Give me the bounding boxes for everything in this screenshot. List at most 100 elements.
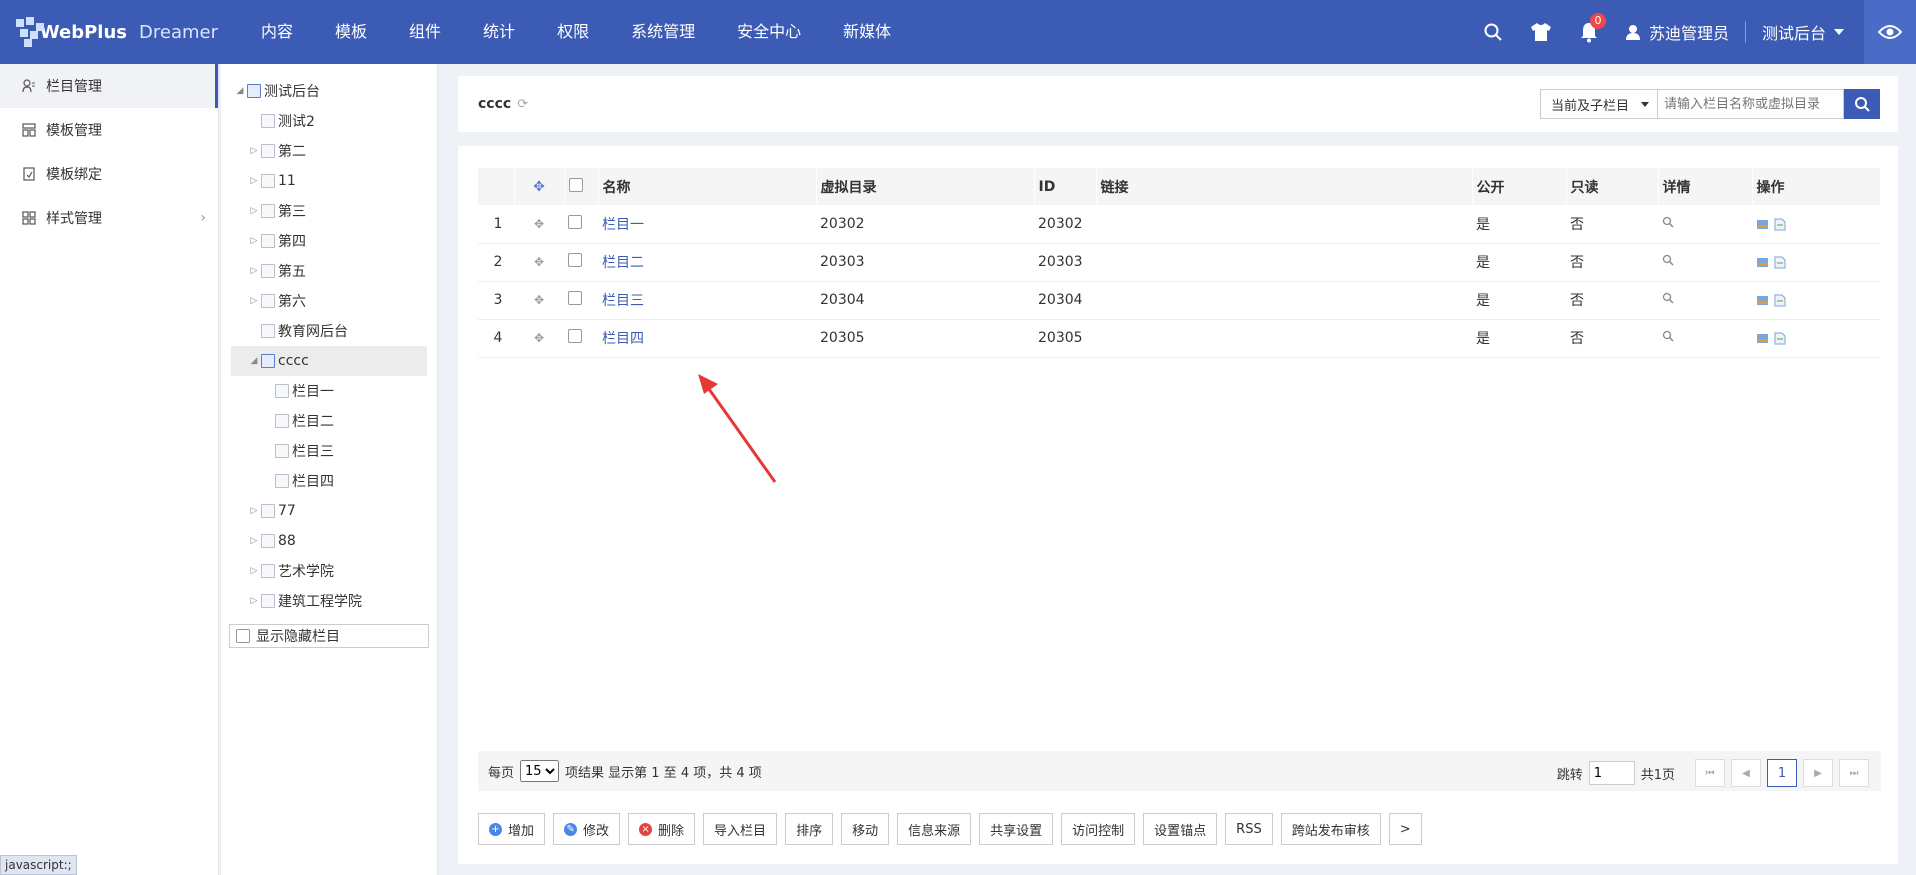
expand-icon[interactable]: ▷ xyxy=(247,506,261,516)
column-name-link[interactable]: 栏目一 xyxy=(598,205,816,244)
drag-handle-icon[interactable]: ✥ xyxy=(514,281,564,320)
header-id[interactable]: ID xyxy=(1034,168,1097,205)
tree-node[interactable]: 测试2 xyxy=(221,106,437,136)
import-columns-button[interactable]: 导入栏目 xyxy=(703,813,778,845)
select-all-checkbox[interactable] xyxy=(564,168,599,205)
sort-button[interactable]: 排序 xyxy=(785,813,834,845)
skin-icon[interactable] xyxy=(1517,0,1565,64)
last-page-button[interactable]: ⏭ xyxy=(1839,759,1869,787)
expand-icon[interactable]: ▷ xyxy=(247,146,261,156)
column-name-link[interactable]: 栏目二 xyxy=(598,243,816,282)
edit-page-icon[interactable] xyxy=(1756,332,1768,344)
tree-node[interactable]: 栏目三 xyxy=(221,436,437,466)
tree-node[interactable]: ▷ 第二 xyxy=(221,136,437,166)
tree-node[interactable]: 栏目一 xyxy=(221,376,437,406)
edit-page-icon[interactable] xyxy=(1756,218,1768,230)
expand-icon[interactable]: ▷ xyxy=(247,266,261,276)
nav-permission[interactable]: 权限 xyxy=(536,0,610,64)
table-row[interactable]: 4 ✥ 栏目四 20305 20305 是否 xyxy=(478,319,1881,358)
refresh-icon[interactable]: ⟳ xyxy=(517,97,528,112)
expand-icon[interactable]: ▷ xyxy=(247,296,261,306)
column-name[interactable]: 栏目一 xyxy=(602,217,644,233)
column-name-link[interactable]: 栏目三 xyxy=(598,281,816,320)
nav-system[interactable]: 系统管理 xyxy=(610,0,716,64)
expand-icon[interactable]: ▷ xyxy=(247,176,261,186)
nav-template[interactable]: 模板 xyxy=(314,0,388,64)
detail-icon[interactable] xyxy=(1658,205,1752,244)
header-public[interactable]: 公开 xyxy=(1472,168,1567,205)
tree-node[interactable]: 栏目二 xyxy=(221,406,437,436)
detail-icon[interactable] xyxy=(1658,281,1752,320)
sidebar-item-template-manage[interactable]: 模板管理 xyxy=(0,108,218,152)
cross-site-publish-button[interactable]: 跨站发布审核 xyxy=(1280,813,1381,845)
document-icon[interactable] xyxy=(1774,218,1786,231)
site-switcher[interactable]: 测试后台 xyxy=(1746,0,1864,64)
column-name[interactable]: 栏目三 xyxy=(602,293,644,309)
row-checkbox[interactable] xyxy=(564,319,598,358)
access-control-button[interactable]: 访问控制 xyxy=(1061,813,1136,845)
column-name[interactable]: 栏目二 xyxy=(602,255,644,271)
first-page-button[interactable]: ⏮ xyxy=(1695,759,1725,787)
tree-node[interactable]: ▷ 11 xyxy=(221,166,437,196)
drag-handle-icon[interactable]: ✥ xyxy=(514,319,564,358)
nav-new-media[interactable]: 新媒体 xyxy=(822,0,912,64)
detail-icon[interactable] xyxy=(1658,243,1752,282)
show-hidden-columns[interactable]: 显示隐藏栏目 xyxy=(229,624,429,648)
nav-statistics[interactable]: 统计 xyxy=(462,0,536,64)
sidebar-item-column-manage[interactable]: 栏目管理 xyxy=(0,64,218,108)
header-name[interactable]: 名称 xyxy=(598,168,817,205)
prev-page-button[interactable]: ◀ xyxy=(1731,759,1761,787)
tree-node[interactable]: ▷ 建筑工程学院 xyxy=(221,586,437,616)
share-settings-button[interactable]: 共享设置 xyxy=(979,813,1054,845)
show-hidden-checkbox[interactable] xyxy=(236,629,250,643)
header-link[interactable]: 链接 xyxy=(1096,168,1473,205)
bell-icon[interactable]: 0 xyxy=(1565,0,1613,64)
rss-button[interactable]: RSS xyxy=(1225,813,1273,845)
tree-node[interactable]: ▷ 第三 xyxy=(221,196,437,226)
tree-node[interactable]: ▷ 第四 xyxy=(221,226,437,256)
delete-button[interactable]: × 删除 xyxy=(628,813,696,845)
edit-page-icon[interactable] xyxy=(1756,256,1768,268)
set-anchor-button[interactable]: 设置锚点 xyxy=(1143,813,1218,845)
expand-icon[interactable]: ▷ xyxy=(247,206,261,216)
table-row[interactable]: 3 ✥ 栏目三 20304 20304 是否 xyxy=(478,281,1881,320)
document-icon[interactable] xyxy=(1774,294,1786,307)
collapse-icon[interactable]: ◢ xyxy=(247,356,261,366)
nav-security[interactable]: 安全中心 xyxy=(716,0,822,64)
edit-page-icon[interactable] xyxy=(1756,294,1768,306)
search-button[interactable] xyxy=(1844,89,1880,119)
row-checkbox[interactable] xyxy=(564,281,598,320)
table-row[interactable]: 2 ✥ 栏目二 20303 20303 是否 xyxy=(478,243,1881,282)
row-checkbox[interactable] xyxy=(564,205,598,244)
move-button[interactable]: 移动 xyxy=(841,813,890,845)
column-name[interactable]: 栏目四 xyxy=(602,331,644,347)
tree-node[interactable]: 教育网后台 xyxy=(221,316,437,346)
search-input[interactable] xyxy=(1658,89,1844,119)
nav-content[interactable]: 内容 xyxy=(240,0,314,64)
preview-button[interactable] xyxy=(1864,0,1916,64)
drag-handle-icon[interactable]: ✥ xyxy=(514,243,564,282)
tree-node[interactable]: ▷ 艺术学院 xyxy=(221,556,437,586)
tree-node[interactable]: ◢ cccc xyxy=(231,346,427,376)
search-scope-select[interactable]: 当前及子栏目 xyxy=(1540,89,1658,119)
detail-icon[interactable] xyxy=(1658,319,1752,358)
more-actions-button[interactable]: > xyxy=(1388,813,1422,845)
user-menu[interactable]: 苏迪管理员 xyxy=(1613,0,1745,64)
next-page-button[interactable]: ▶ xyxy=(1803,759,1833,787)
info-source-button[interactable]: 信息来源 xyxy=(897,813,972,845)
tree-node-root[interactable]: ◢ 测试后台 xyxy=(221,76,437,106)
row-checkbox[interactable] xyxy=(564,243,598,282)
add-button[interactable]: + 增加 xyxy=(478,813,546,845)
move-all-icon[interactable]: ✥ xyxy=(514,168,565,205)
sidebar-item-template-bind[interactable]: 模板绑定 xyxy=(0,152,218,196)
tree-node[interactable]: ▷ 第六 xyxy=(221,286,437,316)
tree-node[interactable]: 栏目四 xyxy=(221,466,437,496)
logo[interactable]: WebPlus Dreamer xyxy=(0,0,218,64)
expand-icon[interactable]: ▷ xyxy=(247,566,261,576)
current-page-button[interactable]: 1 xyxy=(1767,759,1797,787)
expand-icon[interactable]: ▷ xyxy=(247,596,261,606)
header-vdir[interactable]: 虚拟目录 xyxy=(816,168,1035,205)
header-readonly[interactable]: 只读 xyxy=(1566,168,1659,205)
document-icon[interactable] xyxy=(1774,332,1786,345)
sidebar-item-style-manage[interactable]: 样式管理 › xyxy=(0,196,218,240)
